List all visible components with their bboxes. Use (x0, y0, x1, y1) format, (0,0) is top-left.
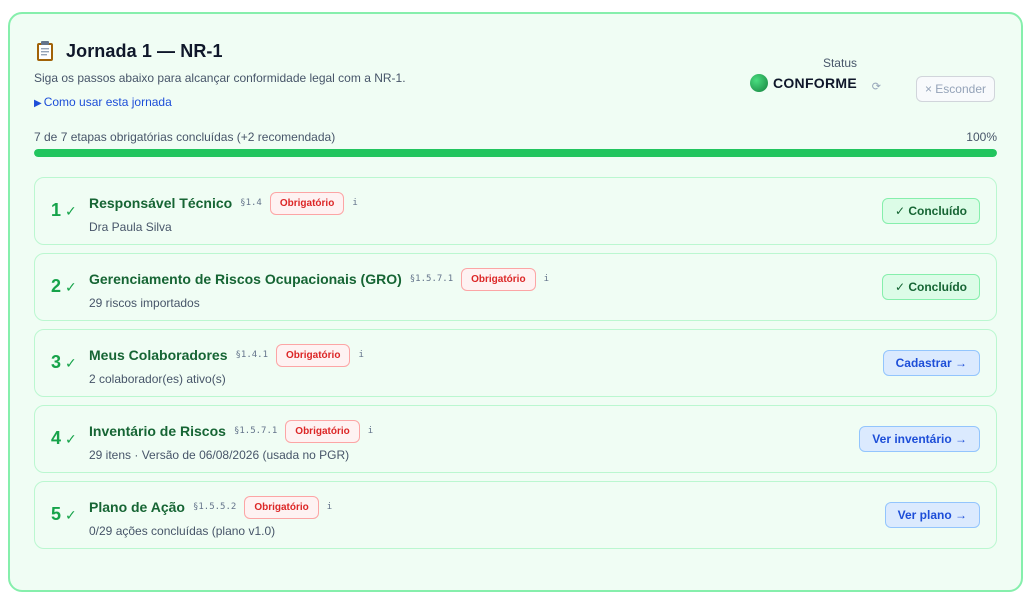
step-subtitle: Dra Paula Silva (89, 220, 172, 234)
status-label: Status (822, 56, 857, 70)
step-body: Inventário de Riscos §1.5.7.1 Obrigatóri… (89, 418, 373, 462)
step-subtitle: 0/29 ações concluídas (plano v1.0) (89, 524, 276, 538)
steps-list: 1 ✓ Responsável Técnico §1.4 Obrigatório… (34, 177, 997, 557)
required-badge: Obrigatório (244, 495, 319, 519)
info-icon[interactable]: i (368, 426, 373, 436)
step-title-row: Plano de Ação §1.5.5.2 Obrigatório i (89, 494, 332, 520)
step-body: Plano de Ação §1.5.5.2 Obrigatório i 0/2… (89, 494, 332, 538)
step-card: 3 ✓ Meus Colaboradores §1.4.1 Obrigatóri… (34, 329, 997, 397)
step-card: 5 ✓ Plano de Ação §1.5.5.2 Obrigatório i… (34, 481, 997, 549)
page-subtitle: Siga os passos abaixo para alcançar conf… (34, 71, 406, 85)
info-icon[interactable]: i (327, 502, 332, 512)
progress-bar (34, 149, 997, 157)
step-action-button[interactable]: Ver inventário → (859, 426, 980, 452)
required-badge: Obrigatório (285, 419, 360, 443)
step-title-row: Meus Colaboradores §1.4.1 Obrigatório i (89, 342, 364, 368)
check-icon: ✓ (65, 355, 77, 371)
status-block: Status CONFORME (749, 56, 857, 92)
step-action-button[interactable]: Cadastrar → (882, 350, 980, 376)
step-subtitle: 29 itens · Versão de 06/08/2026 (usada n… (89, 448, 350, 462)
refresh-icon[interactable]: ⟳ (872, 80, 881, 93)
hide-button[interactable]: × Esconder (915, 76, 995, 102)
check-icon: ✓ (65, 279, 77, 295)
journey-header: Jornada 1 — NR-1 Siga os passos abaixo p… (34, 40, 997, 120)
step-title-row: Inventário de Riscos §1.5.7.1 Obrigatóri… (89, 418, 373, 444)
journey-card: Jornada 1 — NR-1 Siga os passos abaixo p… (8, 12, 1023, 592)
step-title-row: Gerenciamento de Riscos Ocupacionais (GR… (89, 266, 549, 292)
step-card: 4 ✓ Inventário de Riscos §1.5.7.1 Obriga… (34, 405, 997, 473)
green-status-dot-icon (749, 74, 768, 92)
step-number: 5 (51, 504, 62, 524)
howto-label: Como usar esta jornada (43, 95, 172, 109)
section-reference: §1.4.1 (235, 350, 268, 360)
step-number: 3 (51, 352, 62, 372)
howto-link[interactable]: ▶ Como usar esta jornada (34, 95, 172, 109)
status-value: CONFORME (749, 74, 857, 92)
info-icon[interactable]: i (544, 274, 549, 284)
step-number: 1 (51, 200, 62, 220)
step-subtitle: 2 colaborador(es) ativo(s) (89, 372, 226, 386)
info-icon[interactable]: i (352, 198, 357, 208)
progress-bar-fill (34, 149, 997, 157)
step-subtitle: 29 riscos importados (89, 296, 200, 310)
step-title: Meus Colaboradores (89, 347, 228, 363)
step-action-button[interactable]: ✓ Concluído (881, 198, 980, 224)
check-icon: ✓ (65, 507, 77, 523)
required-badge: Obrigatório (461, 267, 536, 291)
check-icon: ✓ (65, 431, 77, 447)
step-card: 2 ✓ Gerenciamento de Riscos Ocupacionais… (34, 253, 997, 321)
info-icon[interactable]: i (358, 350, 363, 360)
step-action-button[interactable]: ✓ Concluído (881, 274, 980, 300)
check-icon: ✓ (65, 203, 77, 219)
section-reference: §1.5.5.2 (192, 502, 237, 512)
step-body: Meus Colaboradores §1.4.1 Obrigatório i … (89, 342, 364, 386)
step-title: Responsável Técnico (89, 195, 233, 211)
page-title: Jornada 1 — NR-1 (66, 40, 223, 61)
step-body: Responsável Técnico §1.4 Obrigatório i D… (89, 190, 358, 234)
section-reference: §1.4 (240, 198, 262, 208)
progress-text: 7 de 7 etapas obrigatórias concluídas (+… (34, 130, 336, 144)
status-text: CONFORME (772, 75, 857, 91)
step-body: Gerenciamento de Riscos Ocupacionais (GR… (89, 266, 549, 310)
step-card: 1 ✓ Responsável Técnico §1.4 Obrigatório… (34, 177, 997, 245)
clipboard-icon (34, 40, 56, 62)
step-title-row: Responsável Técnico §1.4 Obrigatório i (89, 190, 358, 216)
required-badge: Obrigatório (276, 343, 351, 367)
step-title: Gerenciamento de Riscos Ocupacionais (GR… (89, 271, 402, 287)
step-title: Inventário de Riscos (89, 423, 226, 439)
step-number: 4 (51, 428, 62, 448)
step-action-button[interactable]: Ver plano → (884, 502, 980, 528)
expand-triangle-icon: ▶ (34, 98, 42, 109)
section-reference: §1.5.7.1 (233, 426, 278, 436)
progress-percent: 100% (966, 130, 997, 144)
step-title: Plano de Ação (89, 499, 185, 515)
required-badge: Obrigatório (269, 191, 345, 215)
step-number: 2 (51, 276, 62, 296)
section-reference: §1.5.7.1 (409, 274, 454, 284)
